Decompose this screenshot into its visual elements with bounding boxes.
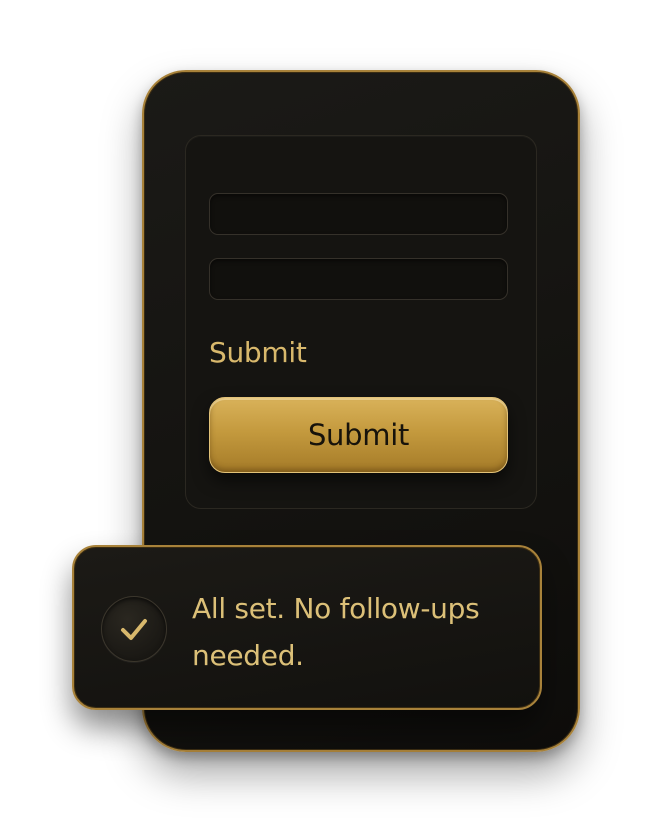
toast-message: All set. No follow-ups needed. [192, 592, 480, 672]
check-badge [101, 596, 167, 662]
text-field-1[interactable] [209, 193, 508, 235]
submit-button[interactable]: Submit [209, 397, 508, 473]
submit-label: Submit [209, 336, 307, 369]
submit-button-label: Submit [307, 418, 410, 452]
check-icon [121, 619, 147, 640]
text-field-2[interactable] [209, 258, 508, 300]
